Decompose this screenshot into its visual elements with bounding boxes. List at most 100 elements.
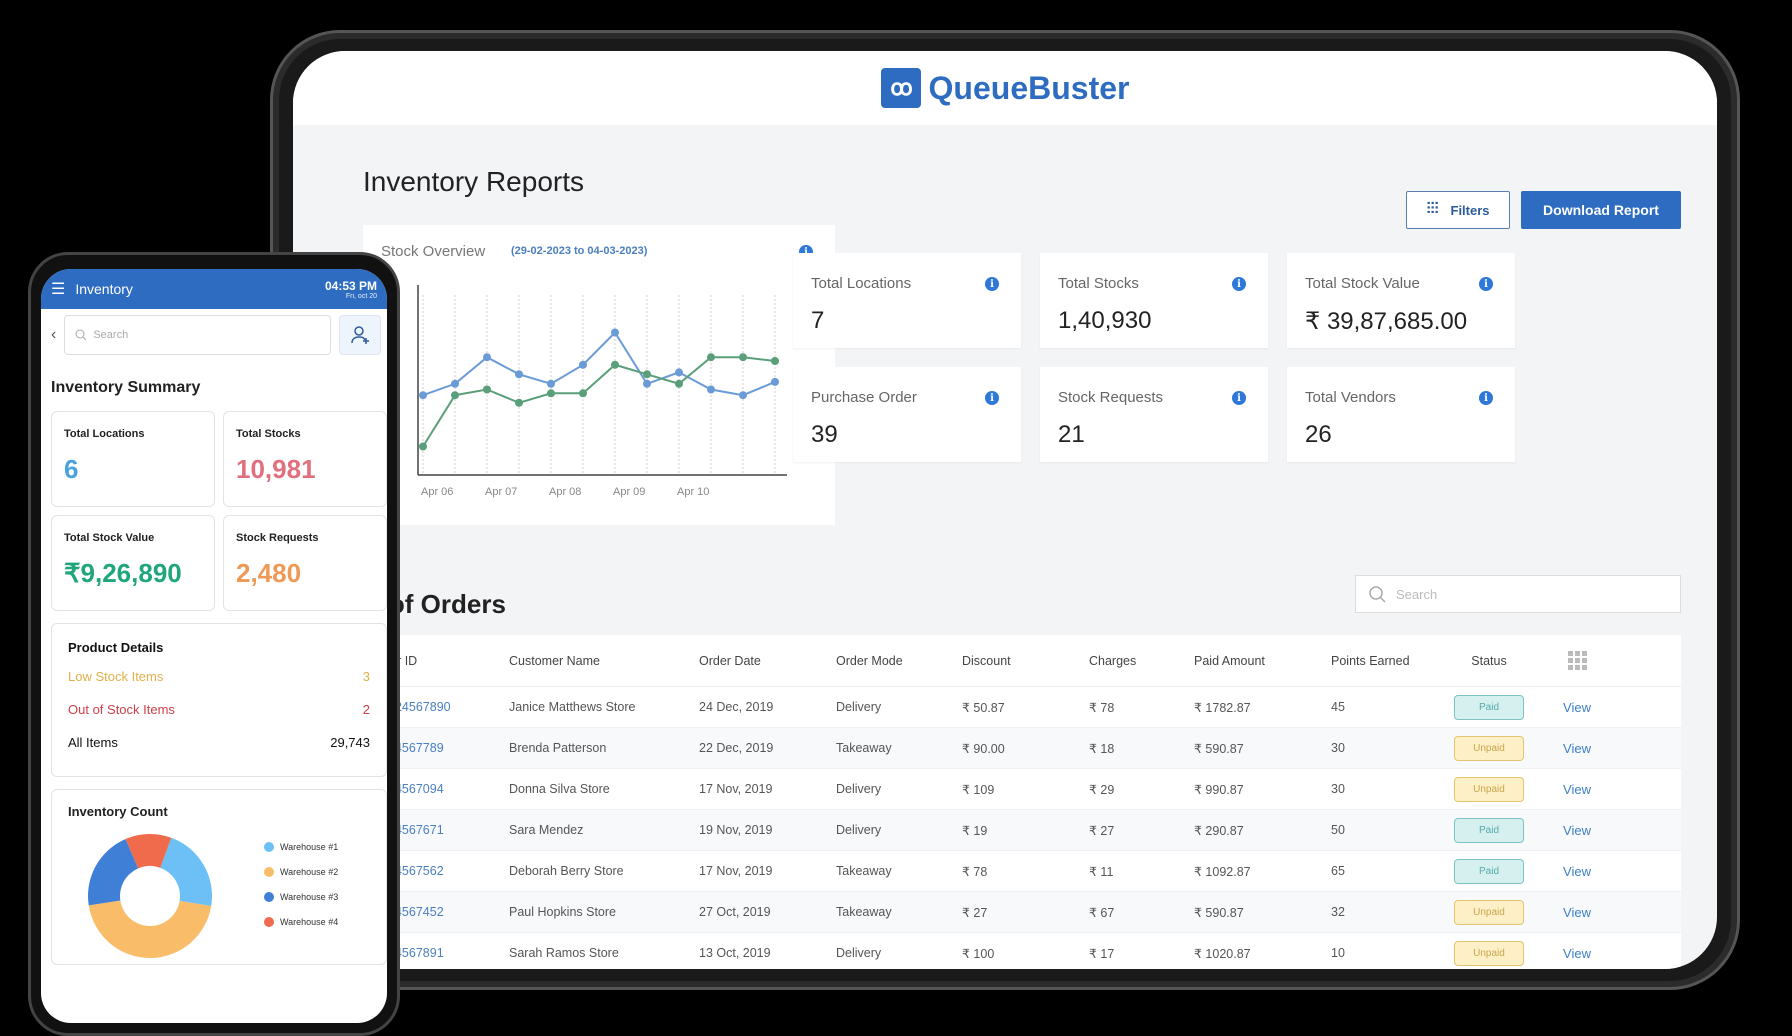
view-link[interactable]: View	[1563, 823, 1591, 838]
top-bar: ꝏ QueueBuster	[293, 51, 1717, 125]
product-detail-row[interactable]: Low Stock Items 3	[68, 669, 370, 684]
column-header[interactable]: Customer Name	[509, 654, 699, 668]
detail-value: 2	[362, 702, 370, 717]
data-point	[579, 389, 587, 398]
summary-label: Total Locations	[64, 428, 145, 440]
product-detail-row[interactable]: Out of Stock Items 2	[68, 702, 370, 717]
action-cell: View	[1537, 864, 1617, 879]
x-tick-label: Apr 06	[421, 486, 453, 498]
status-badge: Unpaid	[1454, 899, 1524, 925]
info-icon[interactable]: i	[1232, 277, 1246, 291]
info-icon[interactable]: i	[985, 391, 999, 405]
stat-card: Total Locations 7 i	[793, 253, 1021, 348]
page-title: Inventory Reports	[363, 166, 584, 197]
cell-discount: ₹ 27	[962, 905, 988, 920]
cell-customer: Paul Hopkins Store	[509, 905, 617, 919]
back-icon[interactable]: ‹	[51, 326, 56, 344]
data-point	[675, 368, 683, 377]
summary-value: 2,480	[236, 558, 302, 588]
stat-label: Total Stock Value	[1305, 275, 1420, 292]
summary-value: ₹9,26,890	[64, 558, 182, 588]
detail-label: Out of Stock Items	[68, 702, 175, 717]
column-header[interactable]: Points Earned	[1331, 654, 1441, 668]
data-point	[739, 391, 747, 400]
view-link[interactable]: View	[1563, 864, 1591, 879]
info-icon[interactable]: i	[1232, 391, 1246, 405]
status-cell: Unpaid	[1441, 899, 1537, 925]
cell-discount: ₹ 109	[962, 782, 995, 797]
info-icon[interactable]: i	[1479, 391, 1493, 405]
cell-date: 13 Oct, 2019	[699, 946, 771, 960]
cell-paid: ₹ 1020.87	[1194, 946, 1251, 961]
column-header[interactable]: Order Mode	[836, 654, 962, 668]
inventory-summary-title: Inventory Summary	[51, 379, 201, 396]
action-cell: View	[1537, 741, 1617, 756]
summary-card[interactable]: Stock Requests 2,480	[223, 515, 387, 611]
cell-charges: ₹ 67	[1089, 905, 1115, 920]
add-user-button[interactable]	[339, 315, 381, 355]
detail-value: 29,743	[330, 735, 370, 750]
orders-search-input[interactable]: Search	[1355, 575, 1681, 613]
date: Fri, oct 20	[345, 292, 377, 300]
legend-dot-icon	[264, 867, 274, 877]
line-series-blue	[422, 330, 776, 397]
status-cell: Unpaid	[1441, 940, 1537, 966]
cell-discount: ₹ 78	[962, 864, 988, 879]
stat-value: 7	[811, 307, 825, 334]
stat-label: Total Vendors	[1305, 389, 1396, 406]
search-placeholder: Search	[1396, 586, 1438, 602]
cell-customer: Janice Matthews Store	[509, 700, 636, 714]
column-header[interactable]: Charges	[1089, 654, 1194, 668]
product-detail-row[interactable]: All Items 29,743	[68, 735, 370, 750]
x-tick-label: Apr 09	[613, 486, 645, 498]
info-icon[interactable]: i	[1479, 277, 1493, 291]
cell-mode: Delivery	[836, 823, 882, 837]
tablet-device: ꝏ QueueBuster Inventory Reports ⫶⫶⫶ Filt…	[270, 30, 1740, 990]
x-tick-label: Apr 10	[677, 486, 709, 498]
donut-slice	[88, 900, 212, 958]
brand-name: QueueBuster	[928, 69, 1130, 106]
summary-label: Stock Requests	[236, 532, 319, 544]
data-point	[547, 379, 555, 388]
data-point	[579, 360, 587, 369]
status-badge: Unpaid	[1454, 776, 1524, 802]
summary-card[interactable]: Total Locations 6	[51, 411, 215, 507]
filters-button[interactable]: ⫶⫶⫶ Filters	[1406, 191, 1510, 229]
menu-icon[interactable]: ☰	[51, 279, 65, 299]
phone-search-input[interactable]: Search	[64, 315, 331, 355]
summary-label: Total Stock Value	[64, 532, 155, 544]
cell-paid: ₹ 590.87	[1194, 741, 1244, 756]
column-header[interactable]: Discount	[962, 654, 1089, 668]
data-point	[515, 398, 523, 407]
view-link[interactable]: View	[1563, 741, 1591, 756]
stat-label: Total Locations	[811, 275, 912, 292]
data-point	[611, 360, 619, 369]
download-report-button[interactable]: Download Report	[1521, 191, 1681, 229]
view-link[interactable]: View	[1563, 905, 1591, 920]
summary-cards: Total Locations 6 Total Stocks 10,981 Total …	[51, 411, 387, 611]
search-placeholder: Search	[93, 329, 129, 341]
view-link[interactable]: View	[1563, 946, 1591, 961]
status-badge: Paid	[1454, 858, 1524, 884]
column-header[interactable]: Status	[1441, 654, 1537, 668]
data-point	[771, 377, 779, 386]
columns-grid-icon[interactable]	[1537, 651, 1617, 670]
summary-card[interactable]: Total Stocks 10,981	[223, 411, 387, 507]
status-badge: Unpaid	[1454, 940, 1524, 966]
cell-points: 30	[1331, 782, 1345, 796]
view-link[interactable]: View	[1563, 700, 1591, 715]
phone-header-title: Inventory	[75, 281, 133, 297]
column-header[interactable]: Order Date	[699, 654, 836, 668]
data-point	[515, 370, 523, 379]
cell-date: 27 Oct, 2019	[699, 905, 771, 919]
cell-date: 17 Nov, 2019	[699, 782, 773, 796]
view-link[interactable]: View	[1563, 782, 1591, 797]
data-point	[739, 353, 747, 362]
info-icon[interactable]: i	[985, 277, 999, 291]
data-point	[611, 328, 619, 337]
summary-card[interactable]: Total Stock Value ₹9,26,890	[51, 515, 215, 611]
data-point	[547, 389, 555, 398]
inventory-count-title: Inventory Count	[68, 804, 168, 819]
stat-value: 21	[1058, 421, 1085, 448]
column-header[interactable]: Paid Amount	[1194, 654, 1331, 668]
